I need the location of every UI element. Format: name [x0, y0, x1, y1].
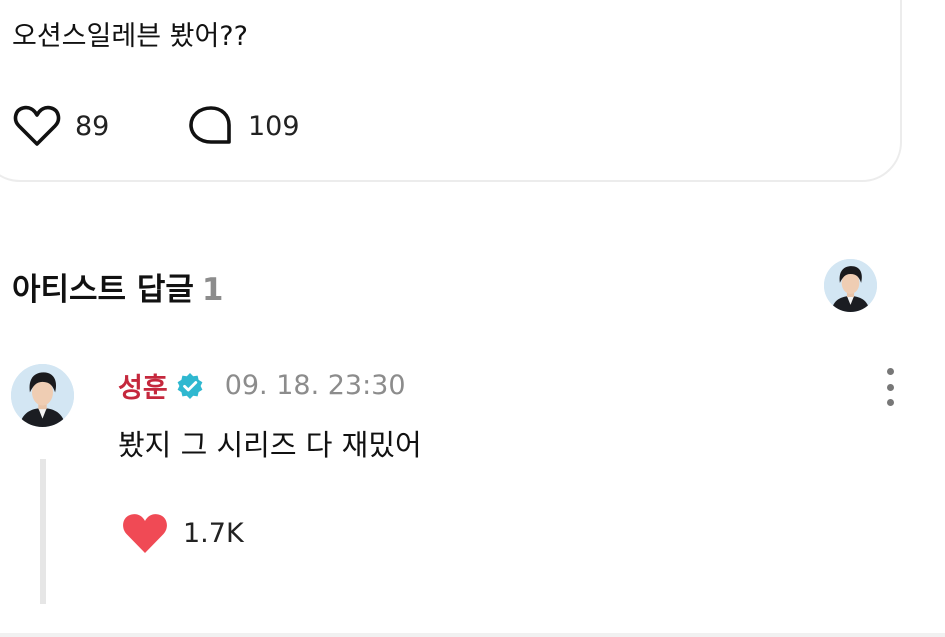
post-comment-count: 109 — [248, 110, 300, 142]
post-comment-button[interactable]: 109 — [187, 104, 300, 148]
reply-author-name[interactable]: 성훈 — [118, 366, 168, 405]
more-options-button[interactable] — [878, 368, 902, 406]
thread-line — [40, 459, 46, 604]
post-text: 오션스일레븐 봤어?? — [12, 21, 248, 52]
speech-bubble-icon — [189, 106, 231, 144]
reply-timestamp: 09. 18. 23:30 — [224, 370, 406, 401]
artist-portrait-image — [824, 259, 877, 312]
reply-like-button[interactable]: 1.7K — [121, 511, 244, 555]
heart-filled-icon — [123, 514, 167, 553]
post-like-button[interactable]: 89 — [12, 104, 109, 148]
reply-meta: 성훈 09. 18. 23:30 — [118, 366, 406, 405]
artist-replies-title: 아티스트 답글 — [12, 272, 194, 308]
heart-outline-icon — [13, 105, 61, 146]
post-like-count: 89 — [75, 110, 110, 142]
reply-text: 봤지 그 시리즈 다 재밌어 — [118, 428, 422, 462]
reply-like-count: 1.7K — [183, 517, 244, 549]
more-vertical-icon — [886, 368, 894, 375]
author-portrait-image — [11, 364, 74, 427]
artist-replies-count: 1 — [201, 272, 224, 308]
reply-author-avatar[interactable] — [11, 364, 74, 427]
bottom-divider — [0, 633, 945, 637]
artist-replies-heading: 아티스트 답글 1 — [12, 264, 224, 309]
artist-avatar[interactable] — [824, 259, 877, 312]
verified-badge-icon — [175, 371, 205, 401]
